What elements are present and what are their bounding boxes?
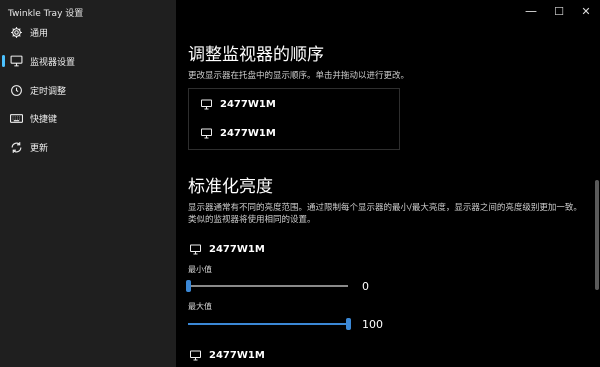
- monitor-name: 2477W1M: [220, 98, 276, 110]
- slider-fill: [188, 323, 348, 325]
- min-value: 0: [362, 280, 369, 293]
- slider-thumb[interactable]: [346, 318, 351, 330]
- reorder-title: 调整监视器的顺序: [188, 45, 324, 65]
- minimize-button[interactable]: —: [516, 0, 546, 22]
- sidebar-item-label: 通用: [30, 28, 49, 39]
- sidebar-item-schedule[interactable]: 定时调整: [0, 76, 176, 104]
- monitor-order-item[interactable]: 2477W1M: [199, 98, 276, 110]
- monitor-order-item[interactable]: 2477W1M: [199, 127, 276, 139]
- sidebar-item-hotkeys[interactable]: 快捷键: [0, 104, 176, 132]
- keyboard-icon: [9, 111, 23, 125]
- monitor-icon: [188, 243, 202, 255]
- reorder-description: 更改显示器在托盘中的显示顺序。单击并拖动以进行更改。: [188, 71, 410, 81]
- active-indicator: [2, 55, 5, 67]
- monitor-name: 2477W1M: [220, 127, 276, 139]
- main-content: — ☐ ✕ 调整监视器的顺序 更改显示器在托盘中的显示顺序。单击并拖动以进行更改…: [176, 0, 600, 367]
- sidebar-item-label: 更新: [30, 143, 49, 154]
- slider-thumb[interactable]: [186, 280, 191, 292]
- monitor-name: 2477W1M: [209, 243, 265, 255]
- normalize-title: 标准化亮度: [188, 177, 273, 197]
- scrollbar[interactable]: [595, 180, 599, 290]
- normalize-monitor-header: 2477W1M: [188, 349, 265, 361]
- close-button[interactable]: ✕: [571, 0, 600, 22]
- maximize-button[interactable]: ☐: [544, 0, 574, 22]
- max-brightness-slider[interactable]: [188, 318, 351, 330]
- monitor-icon: [199, 127, 213, 139]
- monitor-icon: [188, 349, 202, 361]
- sidebar: Twinkle Tray 设置 通用 监视器设置 定时调整 快捷键 更新: [0, 0, 176, 367]
- sidebar-item-monitor-settings[interactable]: 监视器设置: [0, 47, 176, 75]
- refresh-icon: [9, 140, 23, 154]
- max-label: 最大值: [188, 302, 212, 311]
- clock-icon: [9, 83, 23, 97]
- sidebar-item-updates[interactable]: 更新: [0, 133, 176, 161]
- normalize-monitor-header: 2477W1M: [188, 243, 265, 255]
- gear-icon: [9, 25, 23, 39]
- sidebar-item-general[interactable]: 通用: [0, 18, 176, 46]
- min-brightness-slider[interactable]: [186, 280, 348, 292]
- sidebar-item-label: 定时调整: [30, 86, 67, 97]
- monitor-order-list: 2477W1M 2477W1M: [188, 88, 400, 150]
- monitor-icon: [9, 54, 23, 68]
- min-label: 最小值: [188, 265, 212, 274]
- monitor-name: 2477W1M: [209, 349, 265, 361]
- normalize-description: 显示器通常有不同的亮度范围。通过限制每个显示器的最小/最大亮度，显示器之间的亮度…: [188, 203, 582, 225]
- monitor-icon: [199, 98, 213, 110]
- sidebar-item-label: 快捷键: [30, 114, 58, 125]
- max-value: 100: [362, 318, 383, 331]
- slider-track: [188, 285, 348, 287]
- sidebar-item-label: 监视器设置: [30, 57, 76, 68]
